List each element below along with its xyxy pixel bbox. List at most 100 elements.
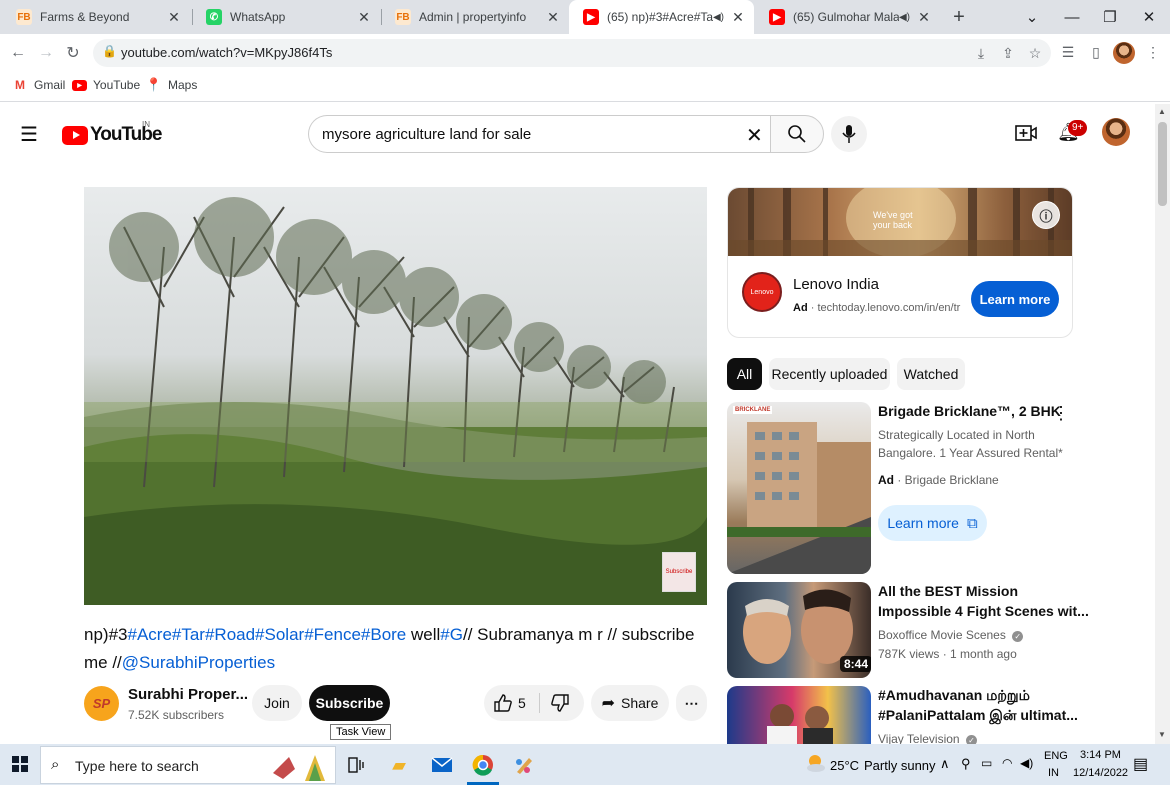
restore-button[interactable]: ❐ <box>1091 0 1129 34</box>
speaker-icon[interactable]: ◀) <box>713 12 724 23</box>
speaker-icon[interactable]: ◀) <box>899 12 910 23</box>
brigade-title[interactable]: Brigade Bricklane™, 2 BHK <box>878 401 1061 421</box>
side-panel-icon[interactable]: ▯ <box>1086 42 1106 62</box>
chrome-icon[interactable] <box>469 751 497 779</box>
lenovo-logo[interactable]: Lenovo <box>742 272 782 312</box>
chip-recently-uploaded[interactable]: Recently uploaded <box>769 358 890 390</box>
tab-search-chevron-icon[interactable]: ⌄ <box>1013 0 1051 34</box>
language-top[interactable]: ENG <box>1044 750 1068 762</box>
reload-icon[interactable]: ↻ <box>62 42 84 64</box>
bookmark-star-icon[interactable]: ☆ <box>1025 43 1045 63</box>
youtube-header: ☰ YouTube IN mysore agriculture land for… <box>0 104 1155 164</box>
bookmark-maps[interactable]: 📍 Maps <box>146 77 197 92</box>
subscribe-watermark-badge[interactable]: Subscribe <box>662 552 696 592</box>
mail-icon[interactable] <box>428 751 456 779</box>
tab-close-icon[interactable]: ✕ <box>356 9 372 26</box>
tab-current-video[interactable]: ▶ (65) np)#3#Acre#Tar#Ro ◀) ✕ <box>569 0 754 34</box>
weather-sun-icon[interactable] <box>804 752 826 779</box>
weather-description[interactable]: Partly sunny <box>864 758 936 773</box>
close-window-button[interactable]: ✕ <box>1130 0 1168 34</box>
hashtag-link[interactable]: #G <box>440 625 463 644</box>
subscribe-button[interactable]: Subscribe <box>309 685 390 721</box>
more-actions-icon[interactable]: ⋯ <box>676 685 707 721</box>
brigade-learn-more-button[interactable]: Learn more ⧉ <box>878 505 987 541</box>
channel-line[interactable]: Boxoffice Movie Scenes ✓ <box>878 626 1024 644</box>
weather-temp[interactable]: 25°C <box>830 758 859 773</box>
video-player[interactable]: Subscribe <box>84 187 707 605</box>
scroll-down-arrow-icon[interactable]: ▼ <box>1158 730 1166 739</box>
file-explorer-icon[interactable]: ▰ <box>385 751 413 779</box>
tab-close-icon[interactable]: ✕ <box>166 9 182 26</box>
account-avatar[interactable] <box>1102 118 1130 146</box>
battery-icon[interactable]: ▭ <box>981 756 992 770</box>
bookmark-gmail[interactable]: M Gmail <box>12 78 65 92</box>
hashtag-link[interactable]: #Acre#Tar#Road#Solar#Fence#Bore <box>127 625 406 644</box>
profile-avatar[interactable] <box>1113 42 1135 64</box>
vijay-title-line-1[interactable]: #Amudhavanan மற்றும் <box>878 685 1030 705</box>
notification-center-icon[interactable]: ▤ <box>1133 754 1148 774</box>
bookmark-youtube[interactable]: ▶ YouTube <box>72 78 140 92</box>
share-button[interactable]: ➦ Share <box>591 685 669 721</box>
tab-close-icon[interactable]: ✕ <box>730 9 746 26</box>
lock-icon[interactable]: 🔒 <box>102 44 117 58</box>
brigade-thumbnail[interactable]: BRICKLANE <box>727 402 871 574</box>
back-arrow-icon[interactable]: ← <box>7 42 29 64</box>
hamburger-menu-icon[interactable]: ☰ <box>20 122 38 147</box>
tab-close-icon[interactable]: ✕ <box>916 9 932 26</box>
chip-all[interactable]: All <box>727 358 762 390</box>
channel-avatar[interactable]: SP <box>84 686 119 721</box>
menu-dots-icon[interactable]: ⋮ <box>1143 42 1163 62</box>
chip-watched[interactable]: Watched <box>897 358 965 390</box>
media-queue-icon[interactable]: ☰ <box>1058 42 1078 62</box>
paint-icon[interactable] <box>510 751 538 779</box>
create-video-icon[interactable] <box>1015 124 1037 147</box>
tab-close-icon[interactable]: ✕ <box>545 9 561 26</box>
page-scrollbar[interactable]: ▲ ▼ <box>1155 104 1170 744</box>
join-button[interactable]: Join <box>252 685 302 721</box>
scroll-up-arrow-icon[interactable]: ▲ <box>1158 107 1166 116</box>
channel-mention-link[interactable]: @SurabhiProperties <box>122 653 275 672</box>
address-bar[interactable]: 🔒 youtube.com/watch?v=MKpyJ86f4Ts ⤓ ⇪ ☆ <box>93 39 1051 67</box>
share-page-icon[interactable]: ⇪ <box>998 43 1018 63</box>
scrollbar-thumb[interactable] <box>1158 122 1167 206</box>
show-hidden-icons-chevron-icon[interactable]: ∧ <box>940 756 950 772</box>
clock-time[interactable]: 3:14 PM <box>1080 749 1121 761</box>
install-app-icon[interactable]: ⤓ <box>971 43 991 63</box>
clear-search-icon[interactable]: ✕ <box>746 123 763 148</box>
vijay-title-line-2[interactable]: #PalaniPattalam இன் ultimat... <box>878 705 1078 725</box>
info-icon[interactable]: ⓘ <box>1032 201 1060 229</box>
volume-icon[interactable]: ◀) <box>1020 756 1033 770</box>
vijay-tv-thumbnail[interactable] <box>727 686 871 744</box>
item-menu-dots-icon[interactable]: ⋮ <box>1052 403 1070 424</box>
channel-name[interactable]: Surabhi Proper... <box>128 686 248 703</box>
taskbar-search-input[interactable]: ⌕ Type here to search <box>40 746 336 784</box>
task-view-icon[interactable] <box>342 751 370 779</box>
tab-farms-beyond[interactable]: FB Farms & Beyond ✕ <box>2 0 190 34</box>
voice-search-button[interactable] <box>831 116 867 152</box>
mission-impossible-title-line-1[interactable]: All the BEST Mission <box>878 581 1018 601</box>
ad-banner-image[interactable]: We've got your back ⓘ <box>728 188 1072 258</box>
sidebar-ad-card[interactable]: We've got your back ⓘ Lenovo Lenovo Indi… <box>727 187 1073 338</box>
forward-arrow-icon[interactable]: → <box>35 42 57 64</box>
like-thumb-icon[interactable] <box>493 693 513 716</box>
mission-impossible-title-line-2[interactable]: Impossible 4 Fight Scenes wit... <box>878 601 1089 621</box>
channel-line[interactable]: Vijay Television ✓ <box>878 730 977 744</box>
meet-now-icon[interactable]: ⚲ <box>961 756 971 772</box>
advertiser-name[interactable]: Lenovo India <box>793 276 879 293</box>
windows-start-icon[interactable] <box>12 756 28 777</box>
wifi-icon[interactable]: ◠ <box>1002 756 1012 770</box>
new-tab-button[interactable]: + <box>948 6 970 28</box>
bookmark-label: Gmail <box>34 78 66 92</box>
search-button[interactable] <box>770 115 824 153</box>
tab-whatsapp[interactable]: ✆ WhatsApp ✕ <box>192 0 380 34</box>
clock-date[interactable]: 12/14/2022 <box>1073 767 1128 779</box>
mission-impossible-thumbnail[interactable]: 8:44 <box>727 582 871 678</box>
tab-gulmohar-malare[interactable]: ▶ (65) Gulmohar Malare O ◀) ✕ <box>755 0 940 34</box>
dislike-thumb-icon[interactable] <box>550 693 570 716</box>
minimize-button[interactable]: — <box>1053 0 1091 34</box>
search-input[interactable]: mysore agriculture land for sale ✕ <box>308 115 771 153</box>
language-bottom[interactable]: IN <box>1048 767 1059 779</box>
tab-admin-propertyinfo[interactable]: FB Admin | propertyinfo ✕ <box>381 0 569 34</box>
ad-learn-more-button[interactable]: Learn more <box>971 281 1059 317</box>
like-dislike-group: 5 <box>484 685 584 721</box>
